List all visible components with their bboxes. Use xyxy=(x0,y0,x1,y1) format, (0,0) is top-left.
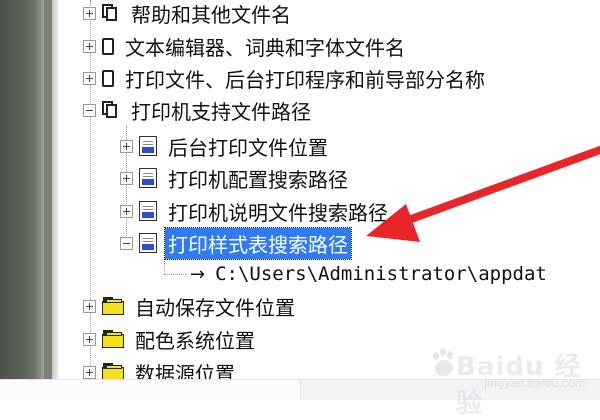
watermark-url: jingyan.baidu.com xyxy=(484,377,586,390)
document-icon xyxy=(139,201,157,221)
tree-item-label-selected: 打印样式表搜索路径 xyxy=(164,226,352,260)
tree-item-label: 打印机说明文件搜索路径 xyxy=(168,200,388,225)
path-value: C:\Users\Administrator\appdat xyxy=(215,263,547,285)
tree-item-label: 文本编辑器、词典和字体文件名 xyxy=(125,35,405,60)
tree-item-label: 后台打印文件位置 xyxy=(168,135,328,160)
tree-item-print-files[interactable]: 打印文件、后台打印程序和前导部分名称 xyxy=(83,62,488,94)
expand-plus-icon[interactable] xyxy=(120,139,133,153)
tree-item-plot-style-path[interactable]: 打印样式表搜索路径 xyxy=(120,226,352,260)
pages-icon xyxy=(102,101,120,119)
tree-item-text-editor-files[interactable]: 文本编辑器、词典和字体文件名 xyxy=(83,30,408,62)
paw-icon xyxy=(433,348,453,376)
tree-item-label: 帮助和其他文件名 xyxy=(131,2,291,27)
tree-item-color-system-location[interactable]: 配色系统位置 xyxy=(83,323,258,355)
page-icon xyxy=(102,37,114,55)
tree-item-spool-location[interactable]: 后台打印文件位置 xyxy=(120,130,331,162)
tree-item-autosave-location[interactable]: 自动保存文件位置 xyxy=(83,290,298,322)
tree-item-label: 打印机配置搜索路径 xyxy=(168,167,348,192)
folder-icon xyxy=(102,330,124,348)
tree-item-printer-config-path[interactable]: 打印机配置搜索路径 xyxy=(120,162,351,194)
tree-item-printer-support-paths[interactable]: 打印机支持文件路径 xyxy=(83,94,314,126)
collapse-minus-icon[interactable] xyxy=(83,103,96,117)
tree-item-help-files[interactable]: 帮助和其他文件名 xyxy=(83,0,294,29)
tree-item-label: 配色系统位置 xyxy=(135,328,255,353)
expand-plus-icon[interactable] xyxy=(83,6,96,20)
tree-connector-line xyxy=(164,274,186,275)
expand-plus-icon[interactable] xyxy=(83,39,96,53)
pages-icon xyxy=(102,4,120,22)
left-panel-edge xyxy=(0,0,58,400)
options-tree: 帮助和其他文件名 文本编辑器、词典和字体文件名 打印文件、后台打印程序和前导部分… xyxy=(58,0,600,386)
path-arrow-icon: → xyxy=(190,263,206,285)
tree-item-label: 打印文件、后台打印程序和前导部分名称 xyxy=(125,67,485,92)
collapse-minus-icon[interactable] xyxy=(120,236,133,250)
expand-plus-icon[interactable] xyxy=(83,299,96,313)
tree-item-printer-description-path[interactable]: 打印机说明文件搜索路径 xyxy=(120,195,391,227)
expand-plus-icon[interactable] xyxy=(120,204,133,218)
left-panel-border xyxy=(44,0,52,400)
expand-plus-icon[interactable] xyxy=(83,332,96,346)
watermark: Baidu 经验 jingyan.baidu.com xyxy=(430,344,590,419)
document-icon xyxy=(139,233,157,253)
bottom-strip-panel xyxy=(0,380,301,400)
document-icon xyxy=(139,168,157,188)
expand-plus-icon[interactable] xyxy=(83,365,96,379)
expand-plus-icon[interactable] xyxy=(120,171,133,185)
document-icon xyxy=(139,136,157,156)
tree-item-label: 自动保存文件位置 xyxy=(135,295,295,320)
page-icon xyxy=(102,69,114,87)
folder-icon xyxy=(102,297,124,315)
tree-item-label: 打印机支持文件路径 xyxy=(131,99,311,124)
path-value-row[interactable]: → C:\Users\Administrator\appdat xyxy=(190,258,547,290)
expand-plus-icon[interactable] xyxy=(83,71,96,85)
